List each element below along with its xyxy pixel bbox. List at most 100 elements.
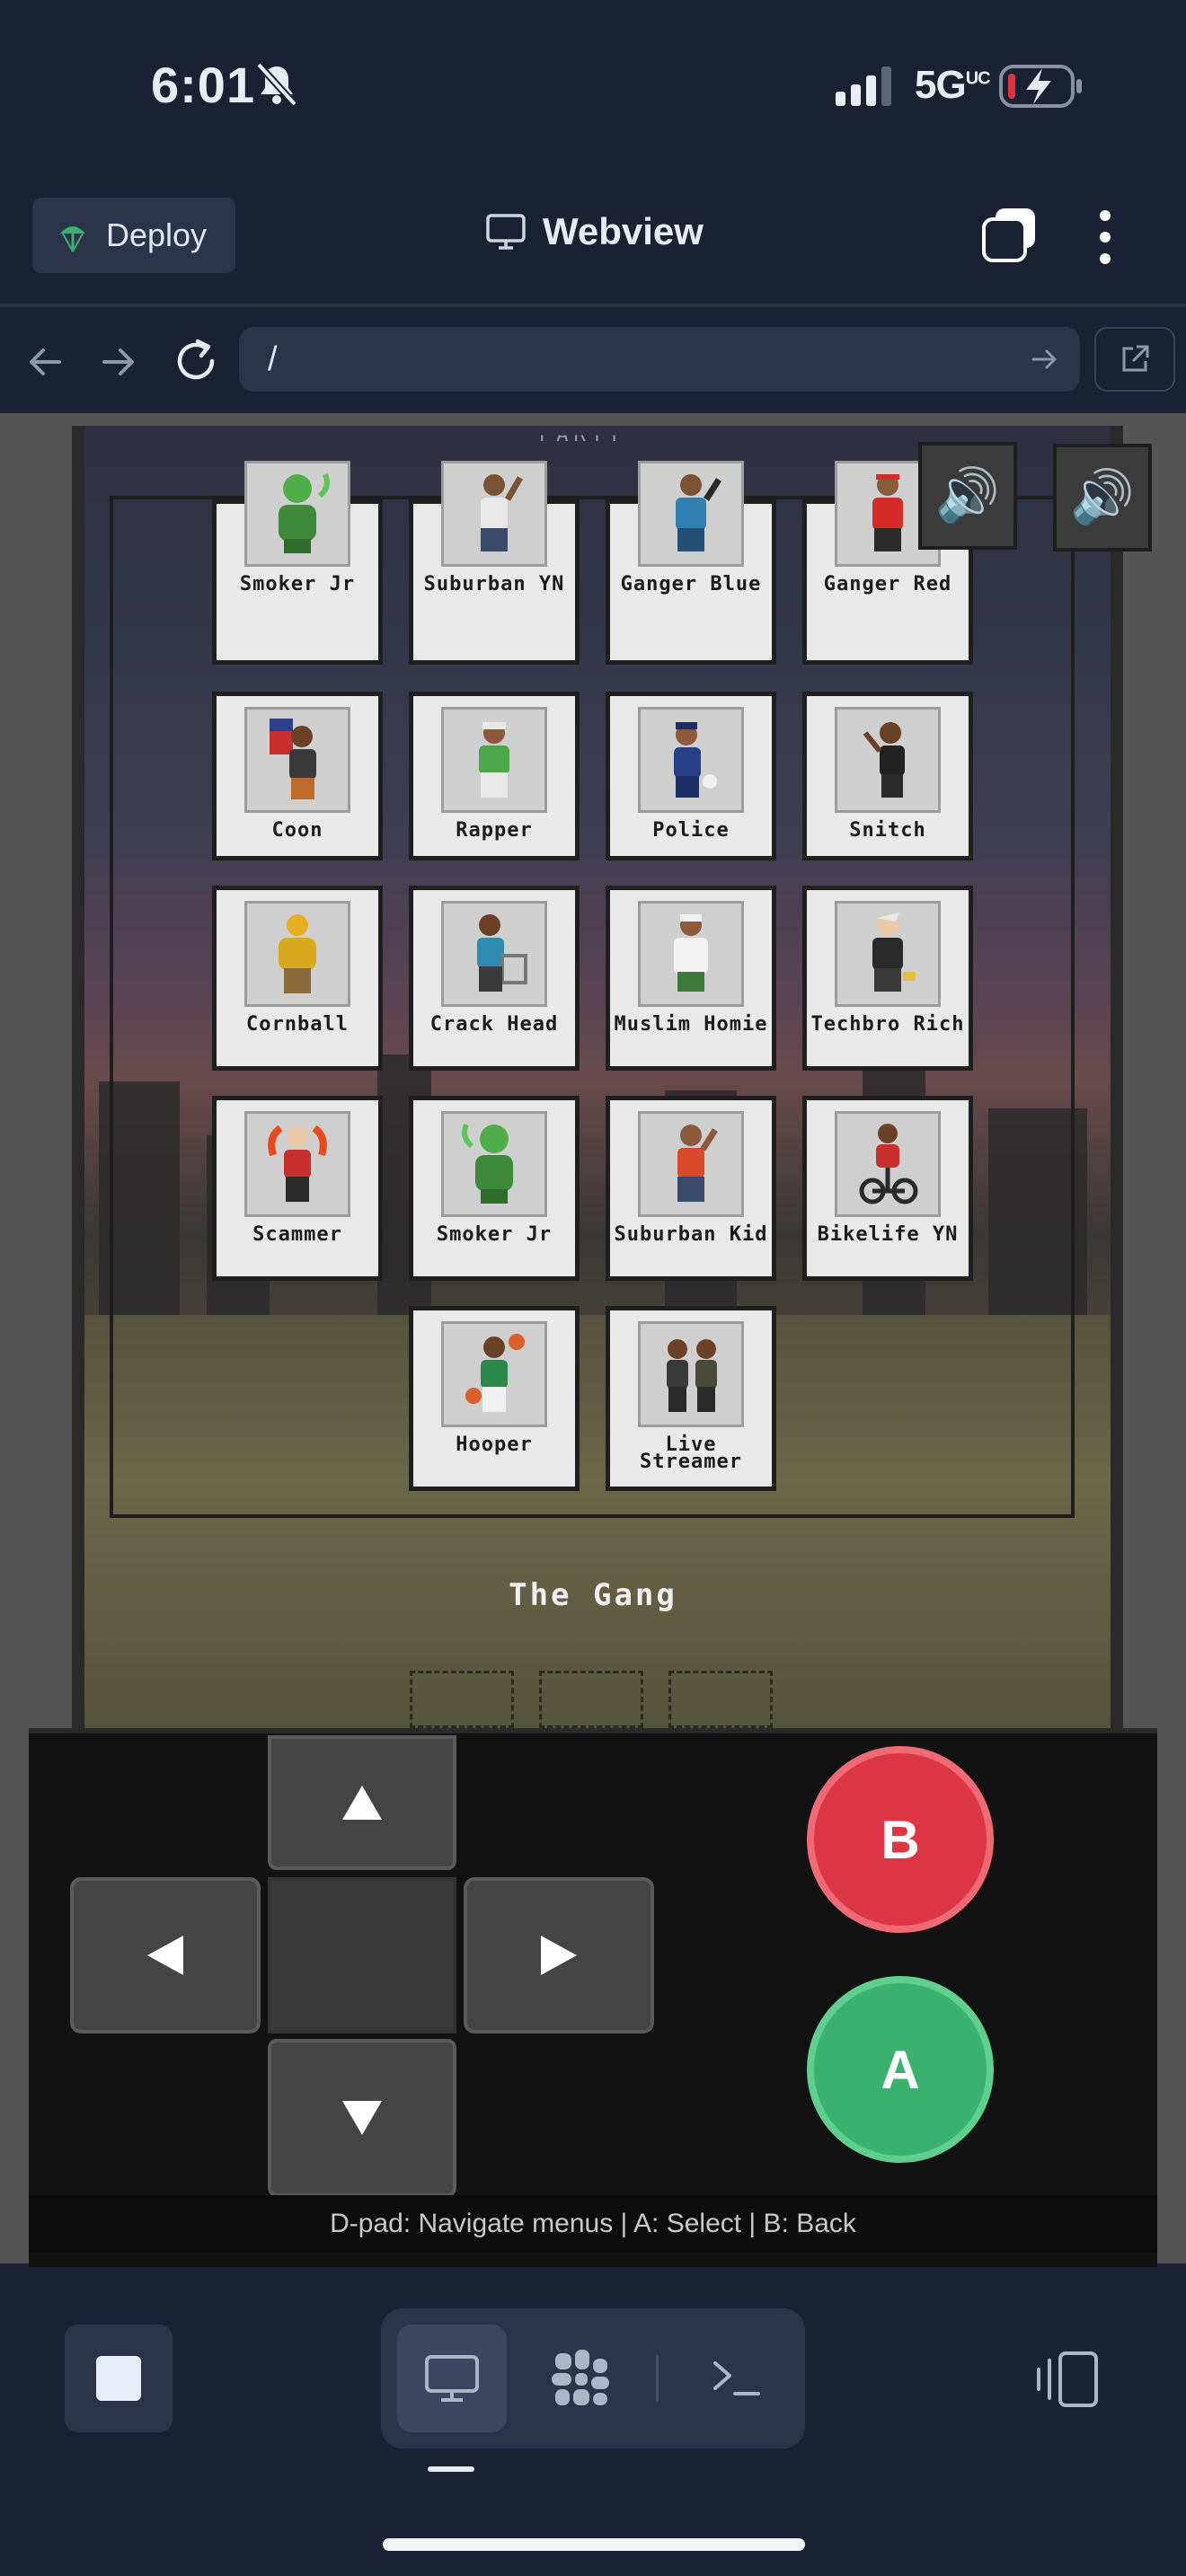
character-portrait [441,901,547,1007]
reload-icon[interactable] [171,336,221,386]
go-arrow-icon[interactable] [1030,345,1058,374]
mode-divider [656,2355,659,2402]
character-card[interactable]: Techbro Rich [802,886,973,1071]
webview-title: Webview [485,210,704,253]
deploy-label: Deploy [106,216,208,253]
external-link-icon [1122,345,1149,372]
character-portrait [835,1111,941,1217]
character-card[interactable]: Scammer [212,1096,383,1281]
character-card[interactable]: Ganger Blue [606,461,776,665]
network-label: 5GUC [915,63,991,107]
stop-button[interactable] [65,2325,173,2432]
character-name: Ganger Blue [620,573,762,595]
character-portrait [244,707,350,813]
open-external-button[interactable] [1094,327,1175,392]
shell-mode-button[interactable] [683,2325,791,2432]
up-arrow-icon [342,1786,382,1820]
character-name: Rapper [456,819,533,842]
character-portrait [441,1111,547,1217]
team-slot [668,1671,773,1728]
character-card[interactable]: Police [606,692,776,860]
dpad-up-button[interactable] [268,1735,456,1870]
character-card[interactable]: Rapper [409,692,580,860]
stop-icon [96,2356,141,2401]
sound-toggle-button[interactable]: 🔊 [918,442,1017,550]
speaker-icon: 🔊 [934,466,1001,525]
character-name: Suburban Kid [614,1223,768,1246]
right-arrow-icon [541,1936,577,1975]
character-portrait [244,461,350,567]
back-arrow-icon[interactable] [23,340,68,384]
character-name: Live Streamer [640,1434,742,1473]
character-card[interactable]: Hooper [409,1306,580,1491]
game-border-right [1111,426,1123,1728]
character-portrait [638,461,744,567]
character-portrait [638,901,744,1007]
character-name: Techbro Rich [810,1013,965,1036]
game-border-left [72,426,84,1728]
character-portrait [835,707,941,813]
character-card[interactable]: Bikelife YN [802,1096,973,1281]
webview-mode-button[interactable] [397,2325,507,2432]
terminal-icon [713,2361,760,2395]
bell-muted-icon [256,62,297,107]
tabs-icon[interactable] [981,207,1037,262]
character-card[interactable]: Snitch [802,692,973,860]
panel-toggle-icon[interactable] [1031,2348,1102,2411]
character-name: Hooper [456,1434,533,1456]
left-arrow-icon [147,1936,183,1975]
agent-icon [552,2350,609,2405]
forward-arrow-icon[interactable] [95,340,140,384]
character-name: Scammer [252,1223,342,1246]
character-name: Smoker Jr [436,1223,553,1246]
character-name: Cornball [246,1013,349,1036]
url-input[interactable]: / [239,327,1080,392]
speaker-icon: 🔊 [1069,468,1136,526]
character-name: Suburban YN [423,573,565,595]
url-value: / [268,340,278,378]
character-card[interactable]: Muslim Homie [606,886,776,1071]
dpad-right-button[interactable] [464,1877,654,2033]
character-portrait [441,1321,547,1427]
b-button[interactable]: B [807,1746,994,1933]
character-name: Coon [271,819,323,842]
deploy-button[interactable]: Deploy [32,198,235,273]
character-card[interactable]: Smoker Jr [212,461,383,665]
character-card[interactable]: Cornball [212,886,383,1071]
character-portrait [244,901,350,1007]
character-name: Crack Head [429,1013,559,1036]
a-button[interactable]: A [807,1976,994,2163]
character-name: Ganger Red [823,573,952,595]
music-toggle-button[interactable]: 🔊 [1053,444,1152,551]
dpad-center [268,1877,456,2033]
character-card[interactable]: Suburban YN [409,461,580,665]
character-portrait [638,1321,744,1427]
dpad-left-button[interactable] [70,1877,261,2033]
character-card[interactable]: Live Streamer [606,1306,776,1491]
team-slot [410,1671,514,1728]
team-title: The Gang [509,1577,677,1613]
down-arrow-icon [342,2101,382,2135]
home-indicator [383,2538,805,2551]
character-card[interactable]: Smoker Jr [409,1096,580,1281]
page-title: Webview [543,210,704,252]
agent-mode-button[interactable] [527,2325,634,2432]
character-name: Muslim Homie [614,1013,768,1036]
character-portrait [441,461,547,567]
team-slot [539,1671,643,1728]
character-portrait [244,1111,350,1217]
monitor-icon [486,214,526,250]
header-divider [0,304,1186,307]
active-mode-indicator [428,2466,474,2472]
dpad-down-button[interactable] [268,2039,456,2197]
character-name: Bikelife YN [817,1223,959,1246]
character-name: Snitch [849,819,926,842]
character-card[interactable]: Crack Head [409,886,580,1071]
controls-help-text: D-pad: Navigate menus | A: Select | B: B… [29,2195,1157,2253]
character-card[interactable]: Suburban Kid [606,1096,776,1281]
status-time: 6:01 [151,57,256,113]
character-card[interactable]: Coon [212,692,383,860]
character-portrait [835,901,941,1007]
deploy-icon [60,226,85,252]
more-options-icon[interactable] [1087,208,1123,266]
